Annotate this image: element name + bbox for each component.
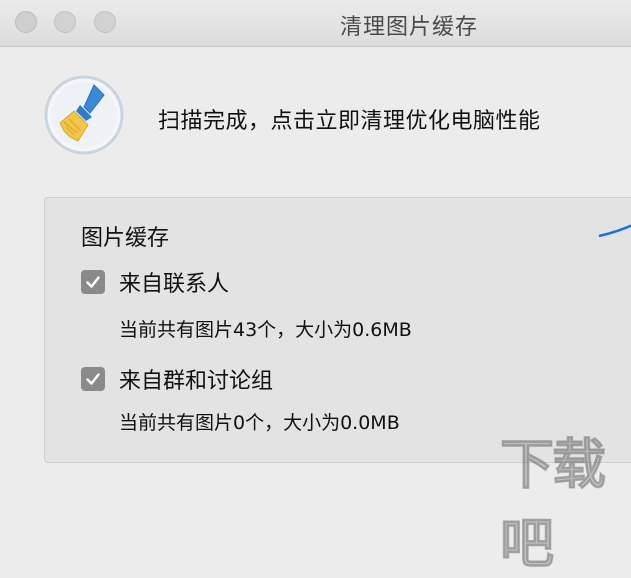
close-button[interactable] (15, 11, 37, 33)
window-title: 清理图片缓存 (340, 15, 479, 40)
broom-icon (44, 75, 124, 155)
groups-checkbox-label[interactable]: 来自群和讨论组 (119, 363, 273, 395)
checkbox-row-groups[interactable]: 来自群和讨论组 (81, 363, 273, 395)
groups-detail: 当前共有图片0个，大小为0.0MB (119, 412, 400, 434)
scan-status-message: 扫描完成，点击立即清理优化电脑性能 (158, 109, 541, 134)
contacts-detail: 当前共有图片43个，大小为0.6MB (119, 319, 412, 341)
checkmark-icon (86, 373, 100, 385)
accent-line (598, 224, 631, 238)
groups-checkbox[interactable] (81, 367, 105, 391)
minimize-button[interactable] (54, 11, 76, 33)
title-bar: 清理图片缓存 (0, 0, 631, 47)
watermark-logo: 下载吧 (500, 433, 607, 576)
contacts-checkbox[interactable] (81, 270, 105, 294)
group-title: 图片缓存 (81, 226, 170, 251)
zoom-button[interactable] (94, 11, 116, 33)
contacts-checkbox-label[interactable]: 来自联系人 (119, 266, 229, 298)
checkmark-icon (86, 276, 100, 288)
checkbox-row-contacts[interactable]: 来自联系人 (81, 266, 229, 298)
